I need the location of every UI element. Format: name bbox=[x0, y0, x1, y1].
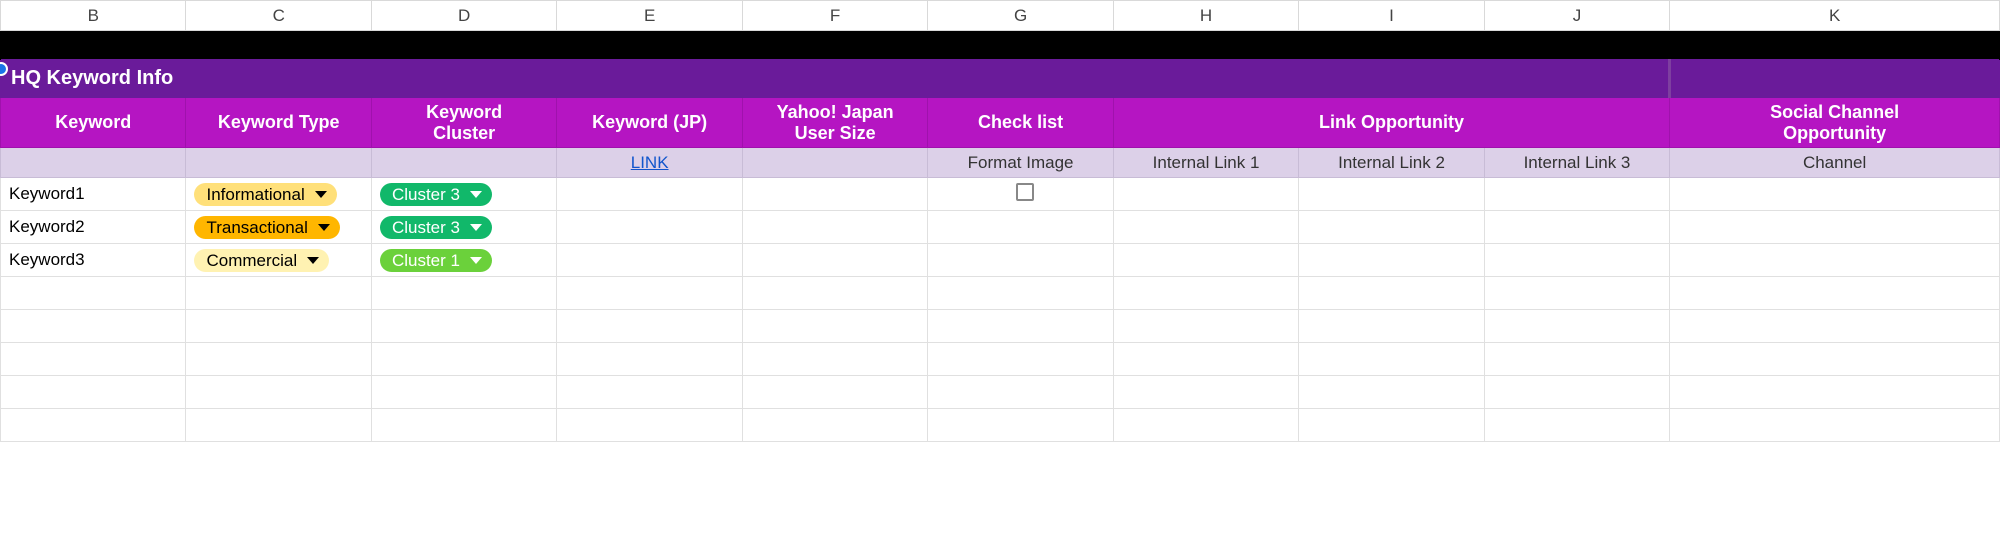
col-header-K[interactable]: K bbox=[1670, 1, 2000, 31]
sub-internal-link-2: Internal Link 2 bbox=[1299, 148, 1484, 178]
cell-checklist[interactable] bbox=[928, 244, 1113, 277]
col-header-I[interactable]: I bbox=[1299, 1, 1484, 31]
header-row[interactable]: Keyword Keyword Type Keyword Cluster Key… bbox=[1, 98, 2000, 148]
sub-internal-link-1: Internal Link 1 bbox=[1113, 148, 1298, 178]
cell-keyword[interactable]: Keyword3 bbox=[1, 244, 186, 277]
grid[interactable]: B C D E F G H I J K HQ Keyword Info Keyw… bbox=[0, 0, 2000, 442]
cell-keyword-jp[interactable] bbox=[557, 211, 742, 244]
col-header-F[interactable]: F bbox=[742, 1, 927, 31]
sub-format-image: Format Image bbox=[928, 148, 1113, 178]
empty-row[interactable] bbox=[1, 343, 2000, 376]
hdr-keyword: Keyword bbox=[1, 98, 186, 148]
link-jp[interactable]: LINK bbox=[631, 153, 669, 172]
cell-keyword-type[interactable]: Transactional bbox=[186, 211, 371, 244]
cell-keyword-cluster[interactable]: Cluster 3 bbox=[371, 178, 556, 211]
sub-internal-link-3: Internal Link 3 bbox=[1484, 148, 1669, 178]
cell-yahoo-size[interactable] bbox=[742, 244, 927, 277]
table-row[interactable]: Keyword3 Commercial Cluster 1 bbox=[1, 244, 2000, 277]
sub-link-cell[interactable]: LINK bbox=[557, 148, 742, 178]
spreadsheet[interactable]: B C D E F G H I J K HQ Keyword Info Keyw… bbox=[0, 0, 2000, 442]
keyword-type-pill[interactable]: Informational bbox=[194, 183, 336, 206]
cell-internal-link-3[interactable] bbox=[1484, 244, 1669, 277]
hdr-keyword-jp: Keyword (JP) bbox=[557, 98, 742, 148]
table-row[interactable]: Keyword2 Transactional Cluster 3 bbox=[1, 211, 2000, 244]
hdr-yahoo-user-size: Yahoo! Japan User Size bbox=[742, 98, 927, 148]
cell-keyword-jp[interactable] bbox=[557, 244, 742, 277]
chevron-down-icon bbox=[470, 257, 482, 264]
sub-empty-f[interactable] bbox=[742, 148, 927, 178]
cell-keyword-cluster[interactable]: Cluster 3 bbox=[371, 211, 556, 244]
cell-internal-link-2[interactable] bbox=[1299, 211, 1484, 244]
cell-keyword-type[interactable]: Commercial bbox=[186, 244, 371, 277]
keyword-cluster-pill[interactable]: Cluster 1 bbox=[380, 249, 492, 272]
col-header-D[interactable]: D bbox=[371, 1, 556, 31]
cell-keyword-jp[interactable] bbox=[557, 178, 742, 211]
cell-keyword[interactable]: Keyword2 bbox=[1, 211, 186, 244]
hdr-keyword-type: Keyword Type bbox=[186, 98, 371, 148]
section-title-row[interactable]: HQ Keyword Info bbox=[1, 60, 2000, 98]
col-header-G[interactable]: G bbox=[928, 1, 1113, 31]
chevron-down-icon bbox=[307, 257, 319, 264]
empty-row[interactable] bbox=[1, 376, 2000, 409]
cell-checklist[interactable] bbox=[928, 178, 1113, 211]
cell-checklist[interactable] bbox=[928, 211, 1113, 244]
keyword-cluster-pill[interactable]: Cluster 3 bbox=[380, 216, 492, 239]
cell-internal-link-3[interactable] bbox=[1484, 178, 1669, 211]
col-header-J[interactable]: J bbox=[1484, 1, 1669, 31]
sub-empty-c[interactable] bbox=[186, 148, 371, 178]
hdr-checklist: Check list bbox=[928, 98, 1113, 148]
empty-row[interactable] bbox=[1, 310, 2000, 343]
keyword-type-pill[interactable]: Transactional bbox=[194, 216, 339, 239]
cell-keyword-cluster[interactable]: Cluster 1 bbox=[371, 244, 556, 277]
hdr-social-channel: Social Channel Opportunity bbox=[1670, 98, 2000, 148]
cell-yahoo-size[interactable] bbox=[742, 178, 927, 211]
hdr-link-opportunity: Link Opportunity bbox=[1113, 98, 1669, 148]
sub-empty-b[interactable] bbox=[1, 148, 186, 178]
cell-internal-link-1[interactable] bbox=[1113, 211, 1298, 244]
cell-internal-link-3[interactable] bbox=[1484, 211, 1669, 244]
keyword-cluster-pill[interactable]: Cluster 3 bbox=[380, 183, 492, 206]
cell-yahoo-size[interactable] bbox=[742, 211, 927, 244]
col-header-B[interactable]: B bbox=[1, 1, 186, 31]
cell-internal-link-2[interactable] bbox=[1299, 178, 1484, 211]
cell-channel[interactable] bbox=[1670, 211, 2000, 244]
column-letter-row[interactable]: B C D E F G H I J K bbox=[1, 1, 2000, 31]
cell-internal-link-1[interactable] bbox=[1113, 178, 1298, 211]
checkbox[interactable] bbox=[1016, 183, 1034, 201]
chevron-down-icon bbox=[315, 191, 327, 198]
section-title: HQ Keyword Info bbox=[11, 67, 173, 89]
subheader-row[interactable]: LINK Format Image Internal Link 1 Intern… bbox=[1, 148, 2000, 178]
col-header-C[interactable]: C bbox=[186, 1, 371, 31]
cell-keyword-type[interactable]: Informational bbox=[186, 178, 371, 211]
cell-internal-link-2[interactable] bbox=[1299, 244, 1484, 277]
empty-row[interactable] bbox=[1, 409, 2000, 442]
cell-channel[interactable] bbox=[1670, 244, 2000, 277]
chevron-down-icon bbox=[470, 191, 482, 198]
sub-empty-d[interactable] bbox=[371, 148, 556, 178]
chevron-down-icon bbox=[318, 224, 330, 231]
cell-keyword[interactable]: Keyword1 bbox=[1, 178, 186, 211]
empty-row[interactable] bbox=[1, 277, 2000, 310]
table-row[interactable]: Keyword1 Informational Cluster 3 bbox=[1, 178, 2000, 211]
cell-channel[interactable] bbox=[1670, 178, 2000, 211]
hdr-keyword-cluster: Keyword Cluster bbox=[371, 98, 556, 148]
col-header-E[interactable]: E bbox=[557, 1, 742, 31]
col-header-H[interactable]: H bbox=[1113, 1, 1298, 31]
chevron-down-icon bbox=[470, 224, 482, 231]
cell-internal-link-1[interactable] bbox=[1113, 244, 1298, 277]
sub-channel: Channel bbox=[1670, 148, 2000, 178]
keyword-type-pill[interactable]: Commercial bbox=[194, 249, 329, 272]
spacer-black-row bbox=[1, 31, 2000, 60]
